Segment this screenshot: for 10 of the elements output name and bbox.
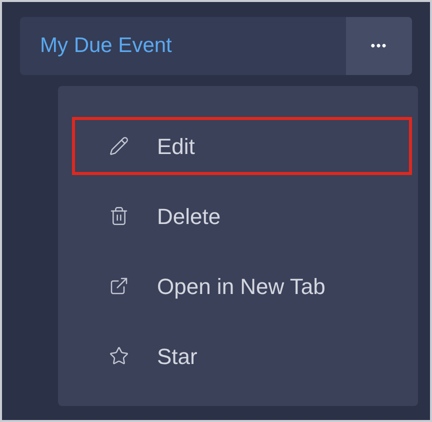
trash-icon — [109, 206, 129, 226]
event-title: My Due Event — [40, 33, 172, 60]
star-icon — [109, 346, 129, 366]
external-link-icon — [109, 276, 129, 296]
menu-item[interactable]: Delete — [72, 187, 412, 245]
menu-item[interactable]: Edit — [72, 117, 412, 175]
pencil-icon — [109, 136, 129, 156]
more-button[interactable]: ••• — [346, 17, 412, 75]
menu-item[interactable]: Star — [72, 327, 412, 385]
menu-item[interactable]: Open in New Tab — [72, 257, 412, 315]
